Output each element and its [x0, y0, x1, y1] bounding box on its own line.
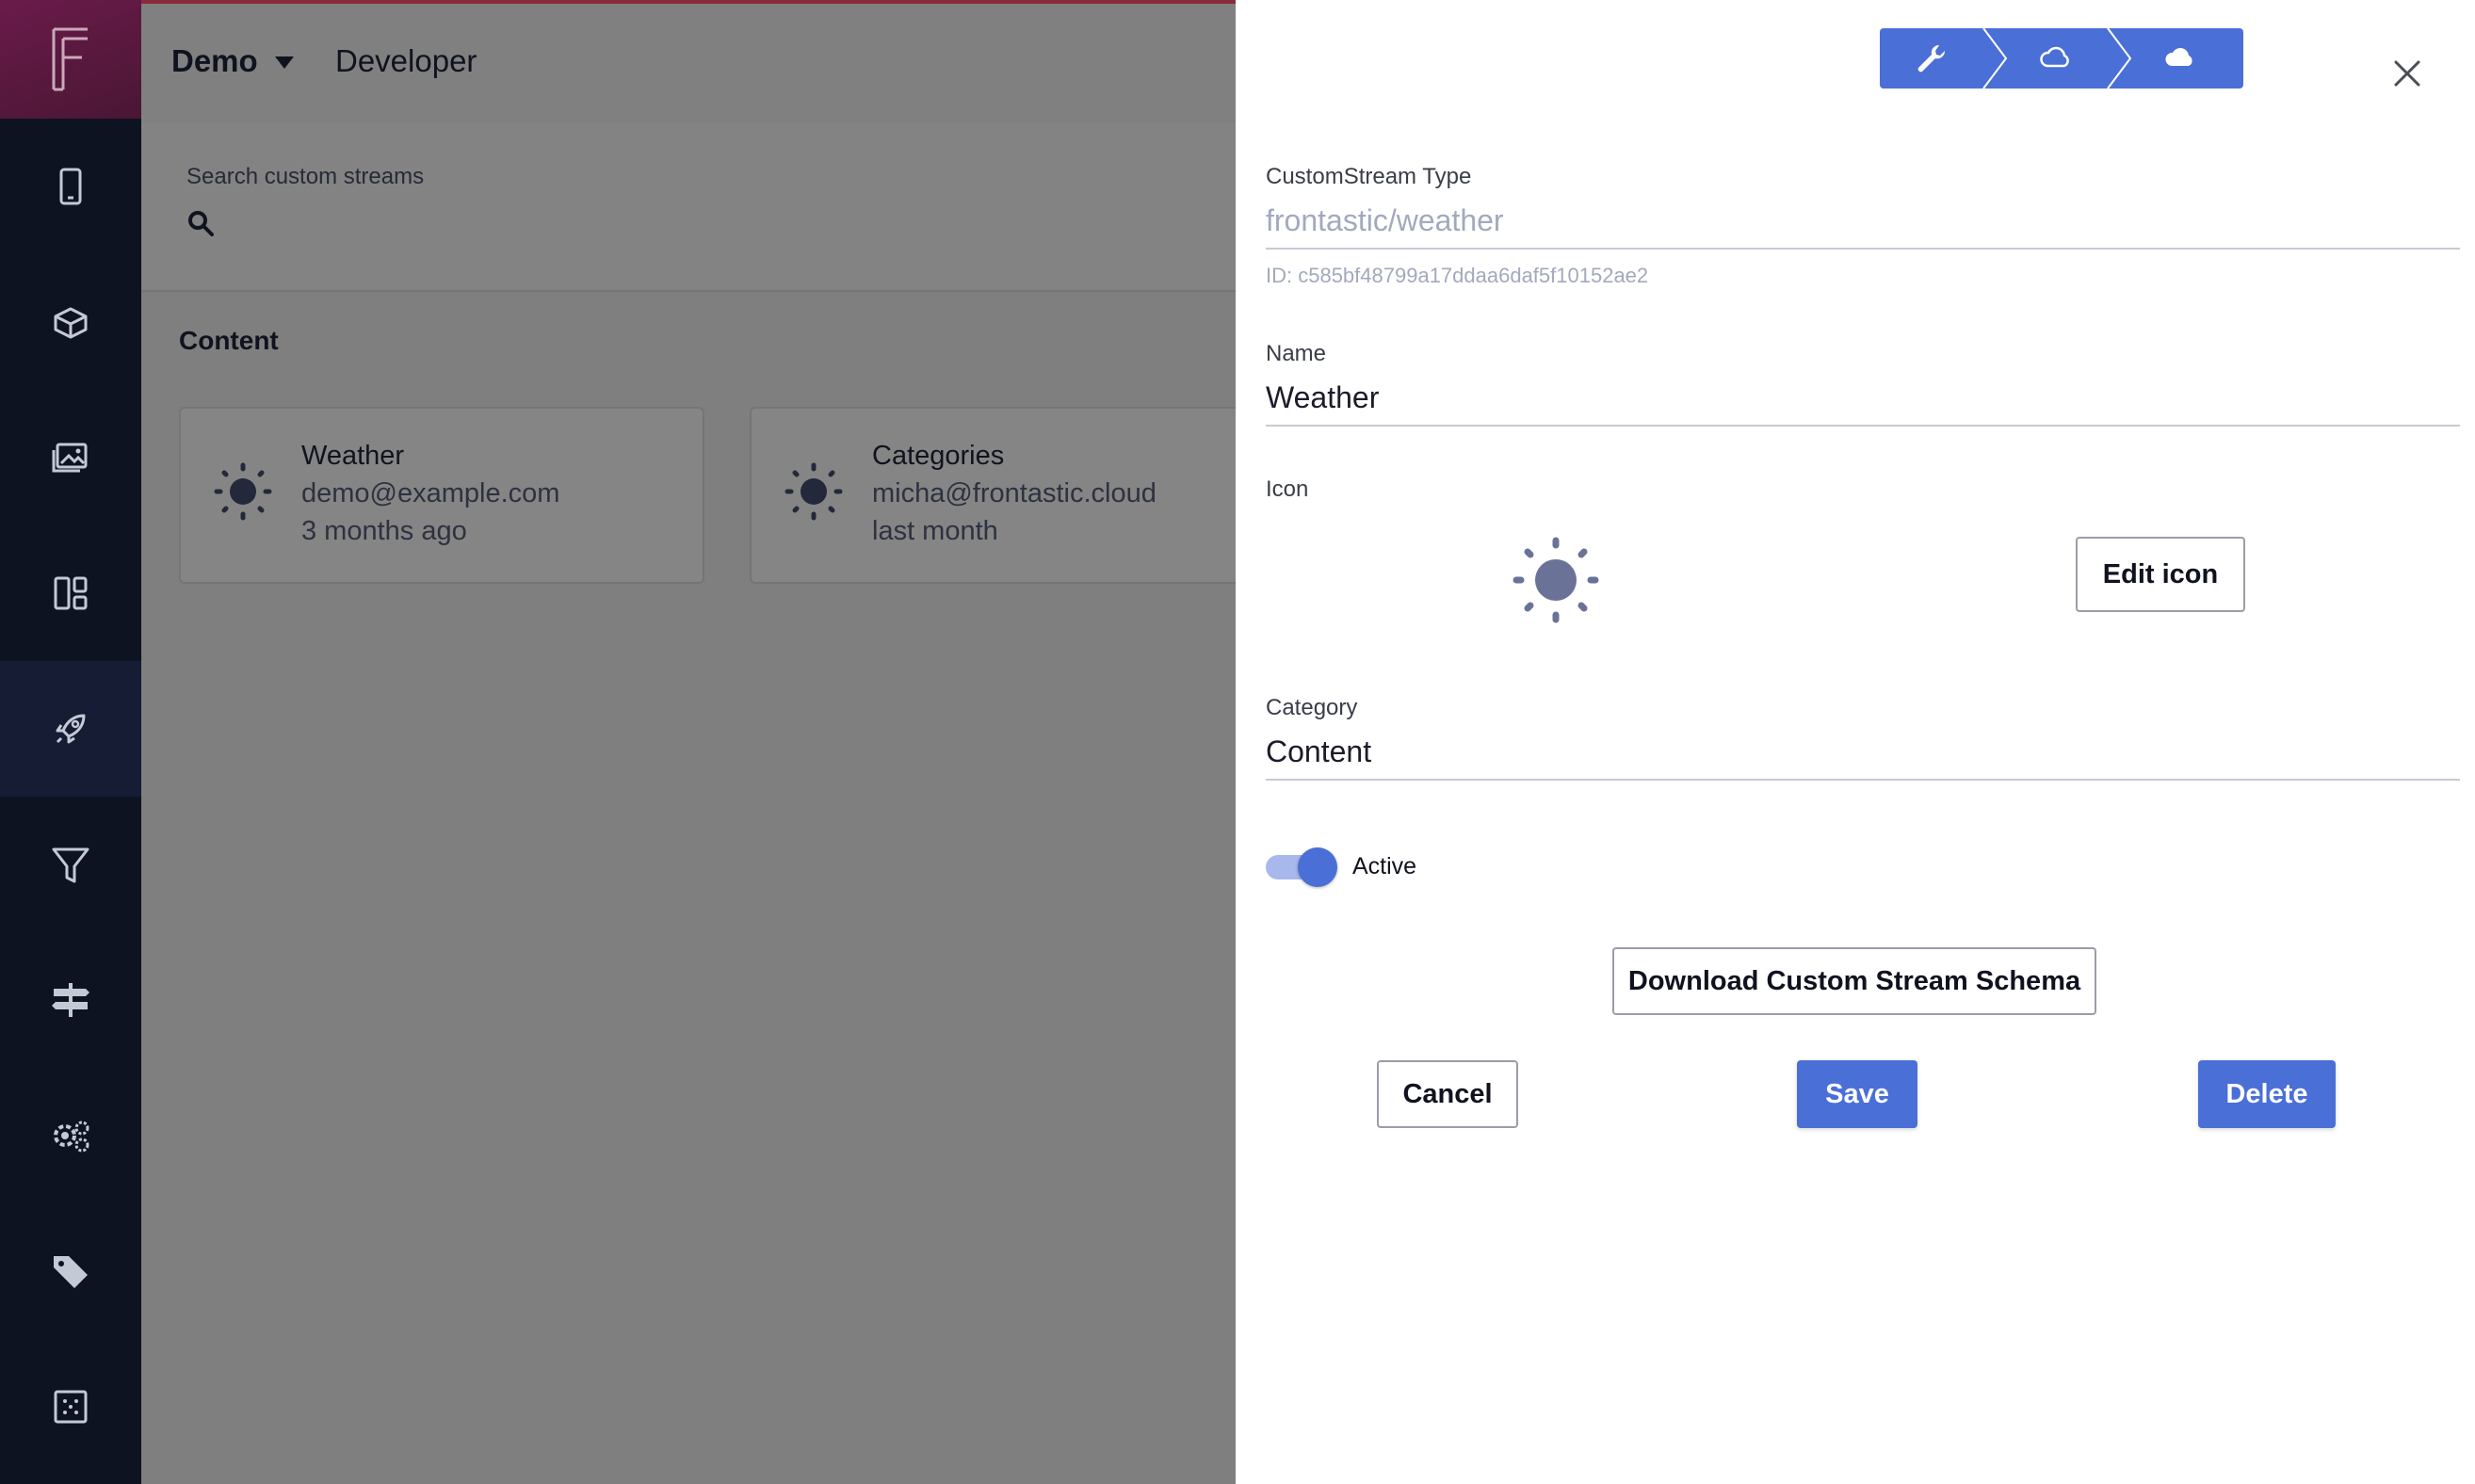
- type-field: [1266, 198, 2460, 250]
- name-field[interactable]: [1266, 375, 2460, 427]
- tag-icon: [54, 1256, 88, 1288]
- search-label: Search custom streams: [186, 164, 425, 189]
- card-time: last month: [872, 516, 998, 546]
- gears-icon: [54, 1121, 89, 1153]
- close-button[interactable]: [2388, 55, 2426, 92]
- close-icon: [2394, 60, 2420, 87]
- step-development[interactable]: [1880, 28, 1983, 89]
- type-label: CustomStream Type: [1266, 164, 1472, 189]
- sun-icon: [1512, 537, 1599, 623]
- filter-icon: [52, 847, 89, 883]
- sidebar: [0, 0, 141, 1484]
- delete-button[interactable]: Delete: [2198, 1060, 2336, 1128]
- chevron-down-icon[interactable]: [275, 56, 294, 69]
- step-production[interactable]: [2128, 28, 2232, 89]
- edit-stream-drawer: CustomStream Type ID: c585bf48799a17ddaa…: [1236, 0, 2475, 1484]
- phone-icon: [59, 168, 82, 205]
- signpost-icon: [52, 983, 89, 1017]
- cloud-icon: [2165, 48, 2192, 66]
- nav-tags[interactable]: [0, 1203, 141, 1339]
- nav-filters[interactable]: [0, 797, 141, 932]
- active-toggle[interactable]: [1266, 846, 1339, 887]
- nav-devices[interactable]: [0, 119, 141, 254]
- environment-stepper: [1880, 28, 2243, 89]
- download-schema-button[interactable]: Download Custom Stream Schema: [1612, 947, 2096, 1015]
- step-staging[interactable]: [2004, 28, 2108, 89]
- frontastic-logo-icon: [52, 27, 88, 91]
- category-label: Category: [1266, 695, 1358, 720]
- nav-catalog[interactable]: [0, 254, 141, 390]
- sun-icon: [214, 462, 272, 521]
- cloud-outline-icon: [2040, 46, 2069, 68]
- card-time: 3 months ago: [301, 516, 467, 546]
- save-button[interactable]: Save: [1797, 1060, 1917, 1128]
- topbar: Demo Developer: [141, 0, 1236, 119]
- card-email: demo@example.com: [301, 478, 560, 508]
- nav-media[interactable]: [0, 390, 141, 525]
- wrench-icon: [1917, 44, 1946, 73]
- category-field[interactable]: [1266, 729, 2460, 781]
- main-content: Demo Developer Search custom streams Con…: [141, 0, 1275, 1484]
- card-title: Categories: [872, 441, 1005, 471]
- icon-label: Icon: [1266, 476, 1309, 502]
- grid-dots-icon: [54, 1390, 88, 1424]
- nav-layouts[interactable]: [0, 525, 141, 661]
- toggle-knob: [1298, 847, 1337, 887]
- stream-card[interactable]: Weather demo@example.com 3 months ago: [179, 407, 704, 584]
- sun-icon: [785, 462, 843, 521]
- nav-developer[interactable]: [0, 661, 141, 797]
- layout-icon: [54, 576, 88, 610]
- card-title: Weather: [301, 441, 405, 471]
- edit-icon-button[interactable]: Edit icon: [2076, 537, 2245, 612]
- nav-apps[interactable]: [0, 1339, 141, 1475]
- name-label: Name: [1266, 341, 1327, 366]
- nav-routing[interactable]: [0, 932, 141, 1068]
- search-icon[interactable]: [186, 209, 215, 237]
- section-title: Content: [179, 326, 279, 355]
- role-label: Developer: [335, 43, 477, 78]
- id-hint: ID: c585bf48799a17ddaa6daf5f10152ae2: [1266, 264, 1649, 287]
- org-switcher[interactable]: Demo: [171, 43, 258, 79]
- active-label: Active: [1352, 853, 1417, 879]
- stream-card[interactable]: Categories micha@frontastic.cloud last m…: [750, 407, 1275, 584]
- logo[interactable]: [0, 0, 141, 119]
- search-area: Search custom streams: [141, 122, 1236, 292]
- gift-box-icon: [54, 307, 88, 339]
- image-gallery-icon: [52, 443, 88, 473]
- nav-settings[interactable]: [0, 1068, 141, 1203]
- card-email: micha@frontastic.cloud: [872, 478, 1157, 508]
- cancel-button[interactable]: Cancel: [1377, 1060, 1518, 1128]
- rocket-icon: [56, 714, 86, 744]
